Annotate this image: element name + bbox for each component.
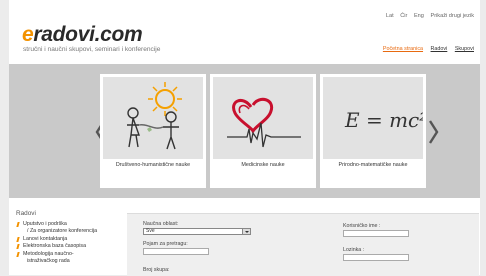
top-nav: Početna stranica Radovi Skupovi [377, 46, 474, 52]
nav-home[interactable]: Početna stranica [383, 46, 423, 52]
category-card-medical[interactable]: Medicinske nauke [210, 74, 316, 188]
svg-text:E = mc²: E = mc² [344, 108, 423, 132]
sidebar-item-guide[interactable]: Uputstvo i podrška [16, 221, 97, 228]
category-carousel: Društveno-humanistične nauke Medicinske … [9, 64, 480, 198]
category-label: Društveno-humanistične nauke [115, 162, 191, 168]
site-logo[interactable]: eradovi.com [22, 23, 143, 46]
bullet-icon [16, 236, 20, 242]
children-sun-icon [103, 77, 203, 159]
password-input[interactable] [343, 254, 409, 261]
site-tagline: stručni i naučni skupovi, seminari i kon… [23, 46, 161, 53]
lang-cyrillic[interactable]: Ćir [400, 13, 407, 19]
logo-text: radovi.com [33, 23, 143, 46]
sidebar-list: Uputstvo i podrška / Za organizatore kon… [16, 221, 97, 265]
category-label: Medicinske nauke [241, 162, 285, 168]
sidebar-item-journals[interactable]: Elektronska baza časopisa [16, 243, 97, 250]
bullet-icon [16, 244, 20, 250]
bullet-icon [16, 222, 20, 227]
lang-other[interactable]: Prikaži drugi jezik [430, 13, 474, 19]
formula-icon: E = mc² [323, 77, 423, 159]
sidebar-item-methodology-cont: istraživačkog rada [27, 258, 70, 265]
search-term-input[interactable] [143, 248, 209, 255]
lang-latin[interactable]: Lat [386, 13, 394, 19]
lang-english[interactable]: Eng [414, 13, 424, 19]
search-term-label: Pojam za pretragu: [143, 241, 188, 247]
nav-conferences[interactable]: Skupovi [455, 46, 474, 52]
group-number-label: Broj skupa: [143, 267, 170, 273]
username-input[interactable] [343, 230, 409, 237]
nav-papers[interactable]: Radovi [431, 46, 448, 52]
chevron-down-icon [242, 229, 250, 234]
logo-accent: e [22, 23, 34, 46]
search-login-panel: Naučna oblast: Sve Pojam za pretragu: Br… [127, 213, 479, 276]
sidebar-item-organizers[interactable]: / Za organizatore konferencija [17, 228, 97, 235]
field-select[interactable]: Sve [143, 228, 251, 235]
sidebar-title: Radovi [16, 210, 36, 217]
password-label: Lozinka : [343, 247, 365, 253]
carousel-next-icon[interactable] [429, 120, 439, 144]
category-label: Prirodno-matematičke nauke [338, 162, 408, 168]
username-label: Korisničko ime : [343, 223, 381, 229]
page: Lat Ćir Eng Prikaži drugi jezik eradovi.… [9, 0, 480, 276]
field-label: Naučna oblast: [143, 221, 179, 227]
bullet-icon [16, 251, 20, 257]
sidebar-item-contacts[interactable]: Lanovi kontaktanja [16, 236, 97, 243]
sidebar-item-methodology[interactable]: Metodologija naučno- [16, 251, 97, 258]
language-bar: Lat Ćir Eng Prikaži drugi jezik [381, 13, 474, 19]
heart-pulse-icon [213, 77, 313, 159]
category-card-social[interactable]: Društveno-humanistične nauke [100, 74, 206, 188]
category-card-natural[interactable]: E = mc² Prirodno-matematičke nauke [320, 74, 426, 188]
